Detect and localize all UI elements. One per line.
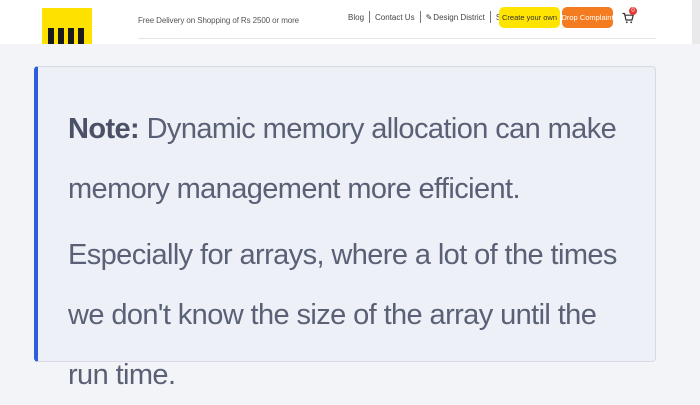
drop-complaint-button[interactable]: Drop Complaint [561,7,614,28]
cart-count-badge: 0 [629,7,637,15]
site-header: Free Delivery on Shopping of Rs 2500 or … [0,0,700,44]
nav-contact-us[interactable]: Contact Us [370,13,420,22]
note-label: Note: [68,113,140,145]
note-line-1: Dynamic memory allocation can make memor… [68,113,617,205]
nav-design-district[interactable]: ✎Design District [421,13,490,22]
note-callout: Note: Dynamic memory allocation can make… [34,66,656,391]
pencil-icon: ✎ [425,12,433,22]
note-paragraph-2: Especially for arrays, where a lot of th… [68,239,617,391]
note-paragraph-1: Note: Dynamic memory allocation can make… [68,99,633,219]
create-your-own-button[interactable]: Create your own [499,7,560,28]
brand-logo[interactable] [42,8,92,44]
nav-blog[interactable]: Blog [346,13,369,22]
logo-mark [48,28,84,44]
nav-design-district-label: Design District [433,12,485,22]
header-divider [138,38,656,39]
scrollbar-track[interactable] [692,0,700,44]
note-body: Note: Dynamic memory allocation can make… [68,99,633,405]
free-delivery-text: Free Delivery on Shopping of Rs 2500 or … [138,16,300,25]
